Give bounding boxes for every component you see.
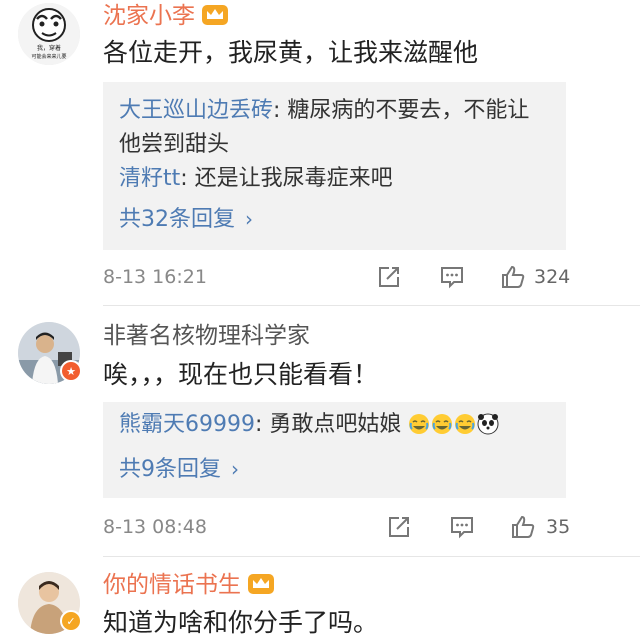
more-replies-label[interactable]: 共32条回复: [119, 207, 235, 232]
comment-text: 唉，，，现在也只能看看！: [103, 360, 379, 389]
author-name[interactable]: 非著名核物理科学家: [103, 323, 310, 349]
comment-meta: 8-13 16:21 324: [103, 262, 573, 292]
reply-text: : 糖尿病的不要去，不能让: [273, 98, 530, 123]
reply-author[interactable]: 熊霸天69999: [119, 412, 255, 437]
comment-item: ★ 非著名核物理科学家 唉，，，现在也只能看看！ 熊霸天69999: 勇敢点吧姑…: [0, 310, 640, 560]
reply-author[interactable]: 大王巡山边丢砖: [119, 98, 273, 123]
chevron-right-icon: ›: [245, 207, 253, 231]
reply-box[interactable]: 熊霸天69999: 勇敢点吧姑娘 共9条回复 ›: [103, 402, 566, 498]
vip-crown-icon: [202, 5, 228, 25]
reply-item[interactable]: 清籽tt: 还是让我尿毒症来吧: [119, 162, 550, 196]
reply-author[interactable]: 清籽tt: [119, 166, 180, 191]
reply-item[interactable]: 熊霸天69999: 勇敢点吧姑娘: [119, 408, 550, 442]
reply-box[interactable]: 大王巡山边丢砖: 糖尿病的不要去，不能让 他尝到甜头 清籽tt: 还是让我尿毒症…: [103, 82, 566, 250]
repost-icon[interactable]: [376, 264, 402, 290]
author-name[interactable]: 沈家小李: [103, 3, 195, 29]
reply-text: : 还是让我尿毒症来吧: [180, 166, 393, 191]
reply-item[interactable]: 大王巡山边丢砖: 糖尿病的不要去，不能让 他尝到甜头: [119, 94, 550, 162]
vip-crown-icon: [248, 574, 274, 594]
comment-text: 知道为啥和你分手了吗。: [103, 608, 379, 637]
comment-author[interactable]: 你的情话书生: [103, 570, 275, 600]
like-count: 324: [534, 266, 571, 288]
comment-text: 各位走开，我尿黄，让我来滋醒他: [103, 38, 479, 67]
more-replies-link[interactable]: 共9条回复 ›: [119, 452, 550, 487]
timestamp: 8-13 16:21: [103, 266, 207, 288]
comment-author[interactable]: 非著名核物理科学家: [103, 321, 310, 351]
thumbs-up-icon[interactable]: [510, 514, 536, 540]
comment-icon[interactable]: [439, 264, 465, 290]
divider: [103, 556, 640, 557]
comment-author[interactable]: 沈家小李: [103, 1, 229, 31]
divider: [103, 305, 640, 306]
more-replies-label[interactable]: 共9条回复: [119, 457, 221, 482]
more-replies-link[interactable]: 共32条回复 ›: [119, 202, 550, 237]
verified-badge: ★: [60, 360, 82, 382]
author-name[interactable]: 你的情话书生: [103, 572, 241, 598]
like-count: 35: [546, 516, 571, 538]
comment-item: 我，穿着 可能会来来儿要 沈家小李 各位走开，我尿黄，让我来滋醒他 大王巡山边丢…: [0, 0, 640, 306]
comment-item: ✓ 你的情话书生 知道为啥和你分手了吗。: [0, 560, 640, 642]
laugh-cry-emoji-icon: [455, 414, 476, 434]
panda-emoji-icon: [477, 413, 499, 435]
comment-meta: 8-13 08:48 35: [103, 512, 573, 542]
reply-text: : 勇敢点吧姑娘: [255, 412, 402, 437]
laugh-cry-emoji-icon: [409, 414, 430, 434]
comment-icon[interactable]: [449, 514, 475, 540]
avatar-caption: 我，穿着: [37, 44, 61, 52]
reply-text: 他尝到甜头: [119, 132, 230, 157]
chevron-right-icon: ›: [231, 457, 239, 481]
timestamp: 8-13 08:48: [103, 516, 207, 538]
thumbs-up-icon[interactable]: [500, 264, 526, 290]
verified-badge: ✓: [60, 610, 82, 632]
avatar-caption: 可能会来来儿要: [31, 53, 66, 60]
repost-icon[interactable]: [386, 514, 412, 540]
laugh-cry-emoji-icon: [432, 414, 453, 434]
avatar[interactable]: 我，穿着 可能会来来儿要: [18, 3, 80, 65]
meme-face-image: 我，穿着 可能会来来儿要: [18, 3, 80, 65]
